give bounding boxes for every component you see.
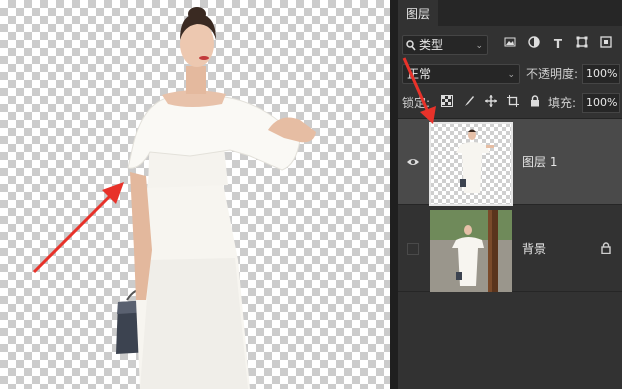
document-canvas[interactable] [0,0,390,389]
red-arrow-canvas [32,190,116,274]
lock-icon[interactable] [600,242,612,257]
type-filter-icon[interactable]: T [550,36,566,52]
eye-icon[interactable] [406,155,420,169]
lock-position-icon[interactable] [484,95,498,109]
opacity-label: 不透明度: [526,67,579,81]
search-icon [406,39,416,57]
chevron-down-icon: ⌄ [475,41,483,51]
layer-thumbnail [430,210,512,292]
shape-filter-icon[interactable] [574,36,590,52]
layer-name[interactable]: 图层 1 [522,153,557,170]
lock-all-icon[interactable] [528,95,542,109]
blend-opacity-row: 正常 ⌄ 不透明度: 100% [398,62,622,86]
layer-filter-value: 类型 [419,38,444,52]
layer-filter-select[interactable]: 类型 ⌄ [402,35,488,55]
artboard-lock-icon[interactable] [506,95,520,109]
model-cutout-thumbnail [456,129,494,193]
fill-label: 填充: [548,96,577,110]
layer-name[interactable]: 背景 [522,240,546,257]
visibility-toggle[interactable] [407,243,419,255]
layer-row-layer-1[interactable]: 图层 1 [398,119,622,206]
model-street-photo-thumbnail [430,210,512,292]
canvas-panel-separator [390,0,398,389]
layer-row-background[interactable]: 背景 [398,206,622,292]
layers-panel: 图层 类型 ⌄ T 正常 ⌄ 不透明度: 100% 锁定: 填充: 100% 图… [398,0,622,389]
lock-image-pixels-icon[interactable] [462,95,476,109]
layer-filter-row: 类型 ⌄ T [398,32,622,56]
chevron-down-icon: ⌄ [507,70,515,80]
tab-layers[interactable]: 图层 [398,0,438,26]
lock-label: 锁定: [402,96,431,110]
layer-thumbnail [429,122,513,206]
fill-input[interactable]: 100% [582,93,620,113]
opacity-input[interactable]: 100% [582,64,620,84]
smart-object-filter-icon[interactable] [598,36,614,52]
blend-mode-select[interactable]: 正常 ⌄ [402,64,520,84]
lock-fill-row: 锁定: 填充: 100% [398,92,622,114]
adjustment-filter-icon[interactable] [526,36,542,52]
blend-mode-value: 正常 [407,67,432,81]
lock-transparent-pixels-icon[interactable] [440,95,454,109]
model-cutout-image [32,7,316,389]
panel-tab-bar: 图层 [398,0,622,26]
image-filter-icon[interactable] [502,36,518,52]
